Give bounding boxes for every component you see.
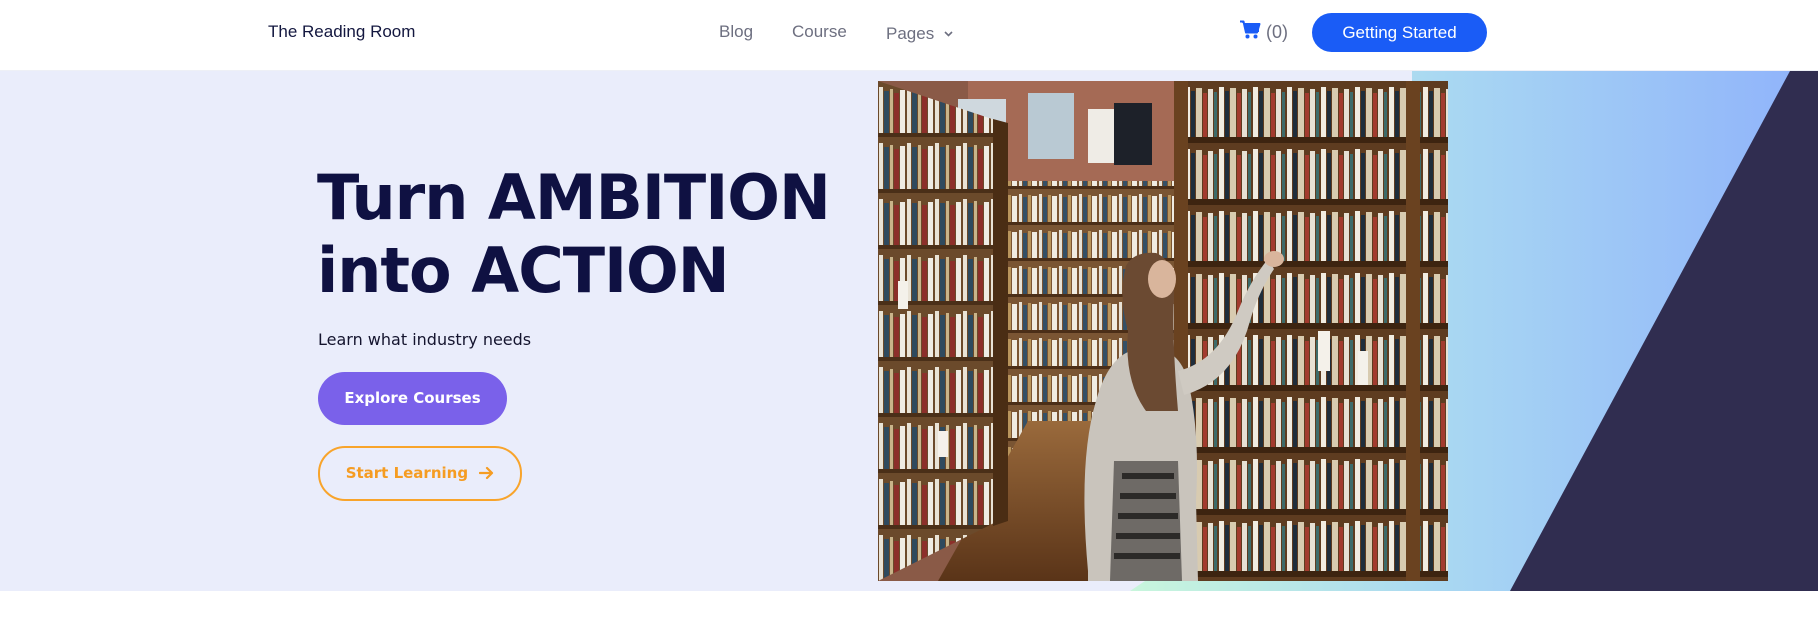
getting-started-button[interactable]: Getting Started [1312,13,1487,52]
chevron-down-icon [944,22,953,42]
hero-section: Turn AMBITION into ACTION Learn what ind… [0,71,1818,591]
cart-button[interactable]: (0) [1240,20,1288,44]
top-navbar: The Reading Room Blog Course Pages (0) G… [0,0,1818,71]
hero-subtitle: Learn what industry needs [318,330,532,349]
nav-course[interactable]: Course [792,22,847,42]
arrow-right-icon [479,450,494,501]
nav-pages-label: Pages [886,24,935,43]
start-learning-label: Start Learning [345,464,469,482]
nav-course-label: Course [792,22,847,41]
site-logo[interactable]: The Reading Room [268,22,415,42]
nav-blog-label: Blog [719,22,754,41]
cart-icon [1240,20,1266,44]
hero-headline-line1: Turn AMBITION [317,161,831,234]
hero-photo-library [878,81,1448,581]
start-learning-button[interactable]: Start Learning [318,446,522,501]
hero-headline: Turn AMBITION into ACTION [317,161,831,307]
cart-count: (0) [1266,21,1288,42]
explore-courses-button[interactable]: Explore Courses [318,372,507,425]
nav-blog[interactable]: Blog [719,22,753,42]
nav-pages-dropdown[interactable]: Pages [886,22,953,44]
hero-headline-line2: into ACTION [317,234,730,307]
